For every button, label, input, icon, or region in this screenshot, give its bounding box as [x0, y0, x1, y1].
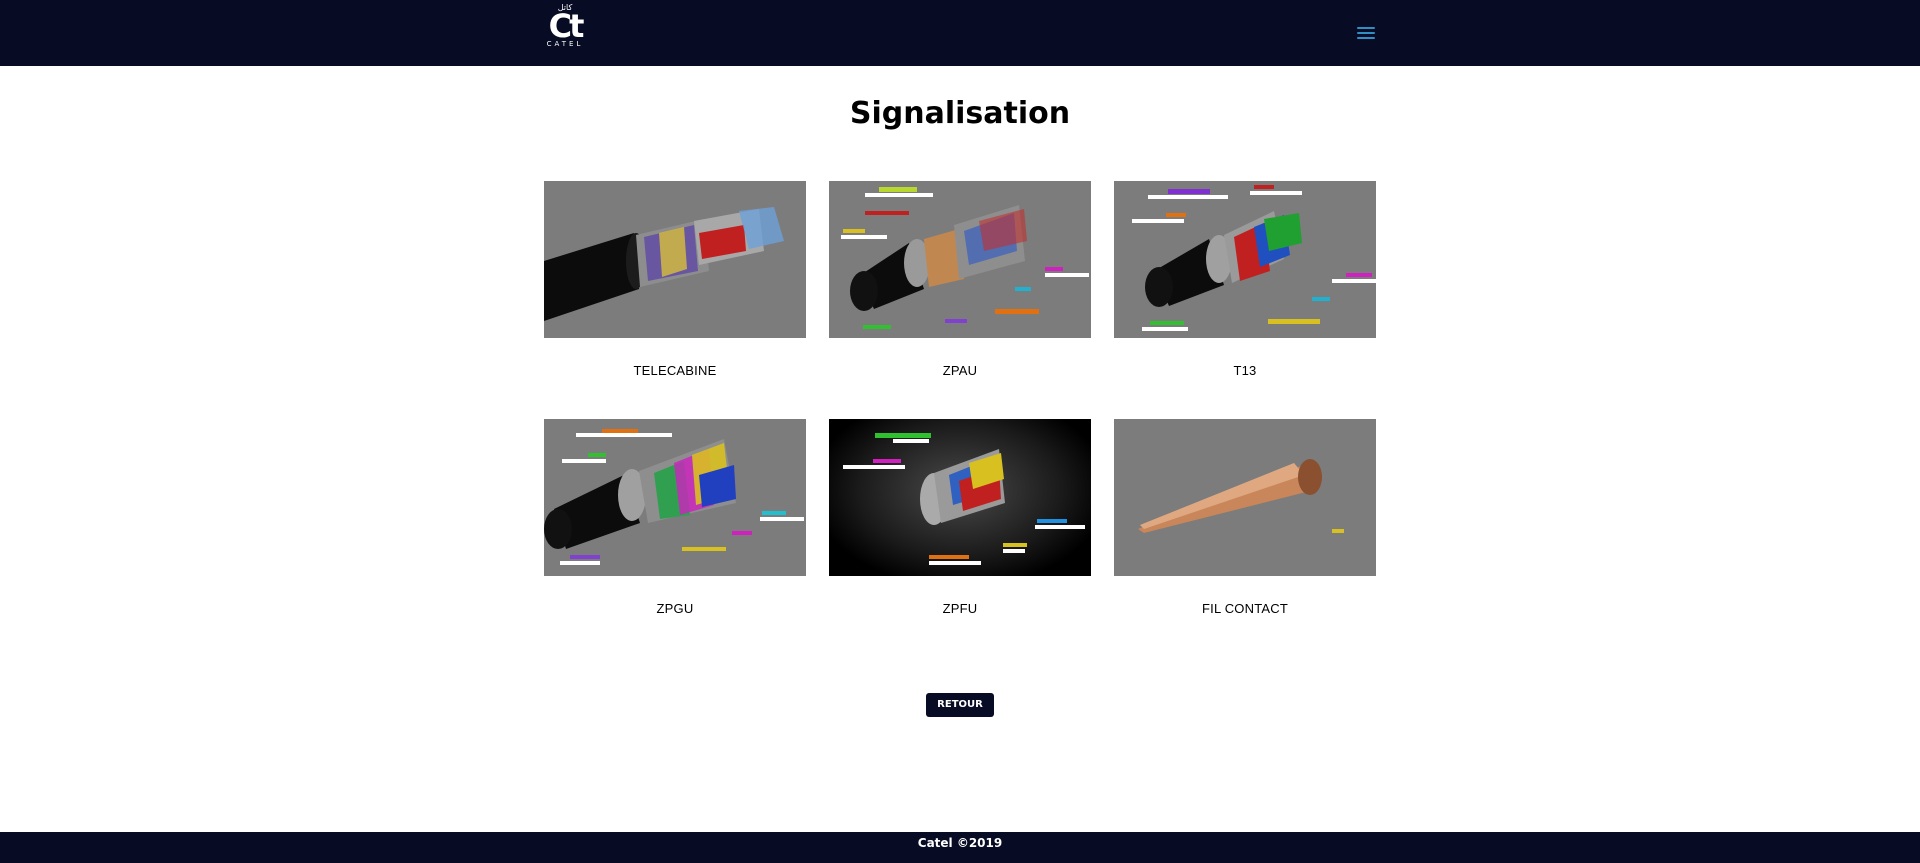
product-card-zpgu[interactable]: ZPGU	[544, 419, 806, 616]
product-label[interactable]: ZPAU	[829, 363, 1091, 378]
product-image-zpfu[interactable]	[829, 419, 1091, 576]
hamburger-menu-icon[interactable]	[1355, 24, 1377, 42]
product-label[interactable]: FIL CONTACT	[1114, 601, 1376, 616]
product-card-t13[interactable]: T13	[1114, 181, 1376, 378]
product-image-zpau[interactable]	[829, 181, 1091, 338]
product-label[interactable]: ZPFU	[829, 601, 1091, 616]
back-button[interactable]: RETOUR	[926, 693, 994, 717]
product-image-telecabine[interactable]	[544, 181, 806, 338]
footer-copyright: Catel ©2019	[917, 836, 1003, 850]
page-title: Signalisation	[849, 96, 1071, 131]
logo-brand-text: CATEL	[546, 40, 584, 48]
top-navbar: كاتل Ct CATEL	[0, 0, 1920, 66]
product-label[interactable]: ZPGU	[544, 601, 806, 616]
footer: Catel ©2019	[0, 832, 1920, 863]
product-card-zpau[interactable]: ZPAU	[829, 181, 1091, 378]
catel-logo[interactable]: كاتل Ct CATEL	[543, 3, 587, 57]
product-card-zpfu[interactable]: ZPFU	[829, 419, 1091, 616]
product-label[interactable]: TELECABINE	[544, 363, 806, 378]
product-image-fil-contact[interactable]	[1114, 419, 1376, 576]
product-image-t13[interactable]	[1114, 181, 1376, 338]
product-card-telecabine[interactable]: TELECABINE	[544, 181, 806, 378]
product-card-fil-contact[interactable]: FIL CONTACT	[1114, 419, 1376, 616]
product-label[interactable]: T13	[1114, 363, 1376, 378]
product-image-zpgu[interactable]	[544, 419, 806, 576]
logo-mark: Ct	[548, 7, 585, 45]
